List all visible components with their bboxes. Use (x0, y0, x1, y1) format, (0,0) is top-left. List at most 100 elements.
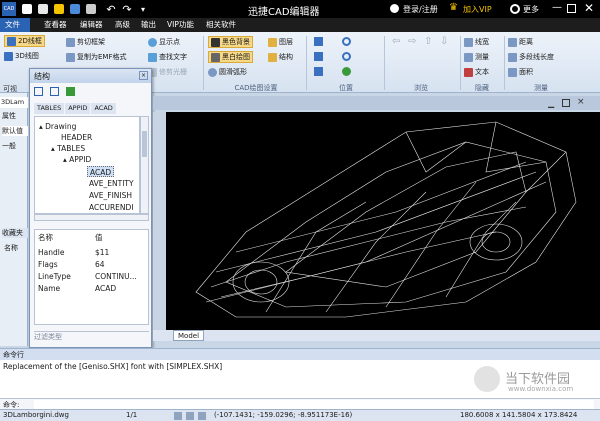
maximize-button[interactable] (567, 4, 576, 13)
zoom-fit-icon[interactable] (314, 37, 323, 46)
breadcrumb-appid[interactable]: APPID (65, 103, 91, 114)
status-bar: 3DLamborgini.dwg 1/1 (-107.1431; -159.02… (0, 409, 600, 421)
breadcrumb-acad[interactable]: ACAD (91, 103, 116, 114)
structure-close-button[interactable]: × (139, 71, 148, 80)
distance-button[interactable]: 距离 (508, 36, 533, 48)
menu-related[interactable]: 相关软件 (201, 18, 241, 32)
pan-icon[interactable] (314, 52, 323, 61)
bw-icon (211, 52, 220, 62)
tree-node[interactable]: AVE_ENTITY (89, 178, 134, 189)
print-icon[interactable] (84, 2, 98, 16)
trim-raster-button[interactable]: 修剪光栅 (148, 66, 187, 78)
model-tab[interactable]: Model (173, 330, 205, 341)
wireframe-2d-button[interactable]: 2D线框 (4, 35, 45, 47)
user-icon[interactable] (390, 4, 399, 13)
join-vip-link[interactable]: 加入VIP (463, 4, 492, 15)
tree-hscrollbar[interactable] (34, 214, 149, 221)
layer-button[interactable]: 图层 (268, 36, 293, 48)
favorites-name-column: 名称 (4, 244, 18, 252)
command-output: Replacement of the [Geniso.SHX] font wit… (0, 360, 600, 398)
scroll-thumb[interactable] (142, 131, 147, 157)
list-view-icon[interactable] (34, 87, 43, 96)
tree-node[interactable]: ▴ TABLES (51, 143, 85, 154)
snap-icon[interactable] (174, 412, 182, 420)
prop-key: Handle (38, 248, 65, 257)
drawing-canvas[interactable] (166, 112, 600, 330)
tree-node[interactable]: ▴ APPID (63, 154, 91, 165)
menu-advanced[interactable]: 高级 (110, 18, 135, 32)
car-wireframe-drawing (195, 121, 577, 318)
up-arrow-icon[interactable]: ⇧ (424, 36, 432, 47)
menu-output[interactable]: 输出 (136, 18, 161, 32)
tree-scrollbar[interactable] (140, 116, 149, 214)
general-section[interactable]: 一般 (2, 141, 16, 151)
tree-node-selected[interactable]: ACAD (87, 166, 115, 177)
save-disk-icon[interactable] (68, 2, 82, 16)
menu-editor[interactable]: 编辑器 (75, 18, 108, 32)
text-button[interactable]: 文本 (464, 66, 489, 78)
login-link[interactable]: 登录/注册 (403, 4, 438, 15)
canvas-restore-icon[interactable] (562, 99, 570, 107)
find-text-button[interactable]: 查找文字 (148, 51, 187, 63)
menu-vip[interactable]: VIP功能 (162, 18, 199, 32)
tree-node[interactable]: AVE_FINISH (89, 190, 132, 201)
prop-key: Flags (38, 260, 58, 269)
menu-viewer[interactable]: 查看器 (39, 18, 72, 32)
ribbon-separator (384, 36, 385, 90)
visible-label: 可视 (3, 85, 17, 93)
area-button[interactable]: 面积 (508, 66, 533, 78)
down-arrow-icon[interactable]: ⇩ (440, 36, 448, 47)
orbit-icon[interactable] (342, 67, 351, 76)
cut-frame-button[interactable]: 剪切框架 (66, 36, 105, 48)
show-point-button[interactable]: 显示点 (148, 36, 180, 48)
new-file-icon[interactable] (36, 2, 50, 16)
redo-icon[interactable]: ↷ (120, 2, 134, 16)
undo-icon[interactable]: ↶ (104, 2, 118, 16)
menu-file[interactable]: 文件 (0, 18, 30, 32)
zoom-out-icon[interactable] (342, 52, 351, 61)
structure-title-bar[interactable]: 结构 × (30, 69, 151, 83)
bw-draw-button[interactable]: 黑白绘图 (208, 51, 253, 63)
properties-panel: 3DLam 属性 默认值 一般 收藏夹 名称 (0, 93, 28, 346)
tree-node[interactable]: HEADER (61, 132, 92, 143)
rotate-icon[interactable] (314, 67, 323, 76)
smooth-arc-button[interactable]: 圆滑弧形 (208, 66, 247, 78)
prop-value: 64 (95, 260, 105, 269)
ortho-icon[interactable] (198, 412, 206, 420)
open-folder-icon[interactable] (52, 2, 66, 16)
tree-node[interactable]: ▴ Drawing (39, 121, 76, 132)
canvas-close-icon[interactable]: × (577, 97, 585, 107)
document-tab[interactable]: 3DLam (0, 97, 28, 108)
dropdown-icon[interactable]: ▾ (136, 2, 150, 16)
tree-node[interactable]: ACCURENDI (89, 202, 134, 213)
command-input[interactable] (34, 400, 594, 409)
ribbon-separator (306, 36, 307, 90)
zoom-in-icon[interactable] (342, 37, 351, 46)
status-filename: 3DLamborgini.dwg (3, 411, 69, 419)
settings-icon[interactable] (510, 4, 520, 14)
wireframe-3d-button[interactable]: 3D线图 (4, 50, 39, 62)
black-background-button[interactable]: 黑色背景 (208, 36, 253, 48)
canvas-minimize-icon[interactable]: ▁ (548, 99, 554, 108)
measure-button[interactable]: 测量 (464, 51, 489, 63)
status-page: 1/1 (126, 411, 138, 419)
minimize-button[interactable]: — (552, 3, 562, 13)
grid-icon[interactable] (186, 412, 194, 420)
linewidth-button[interactable]: 线宽 (464, 36, 489, 48)
breadcrumb-tables[interactable]: TABLES (34, 103, 65, 114)
save-icon[interactable] (20, 2, 34, 16)
copy-emf-button[interactable]: 复制为EMF格式 (66, 51, 127, 63)
forward-arrow-icon[interactable]: ⇨ (408, 36, 416, 47)
split-view-icon[interactable] (50, 87, 59, 96)
canvas-hscrollbar[interactable]: Model (153, 330, 600, 341)
polyline-length-button[interactable]: 多段线长度 (508, 51, 554, 63)
arc-icon (208, 67, 217, 77)
close-button[interactable]: ✕ (584, 1, 594, 15)
wireframe-2d-icon (7, 36, 16, 46)
filter-type-input[interactable]: 过滤类型 (34, 331, 149, 342)
prop-key: LineType (38, 272, 71, 281)
more-link[interactable]: 更多 (523, 4, 539, 15)
refresh-icon[interactable] (66, 87, 75, 96)
structure-button[interactable]: 结构 (268, 51, 293, 63)
back-arrow-icon[interactable]: ⇦ (392, 36, 400, 47)
